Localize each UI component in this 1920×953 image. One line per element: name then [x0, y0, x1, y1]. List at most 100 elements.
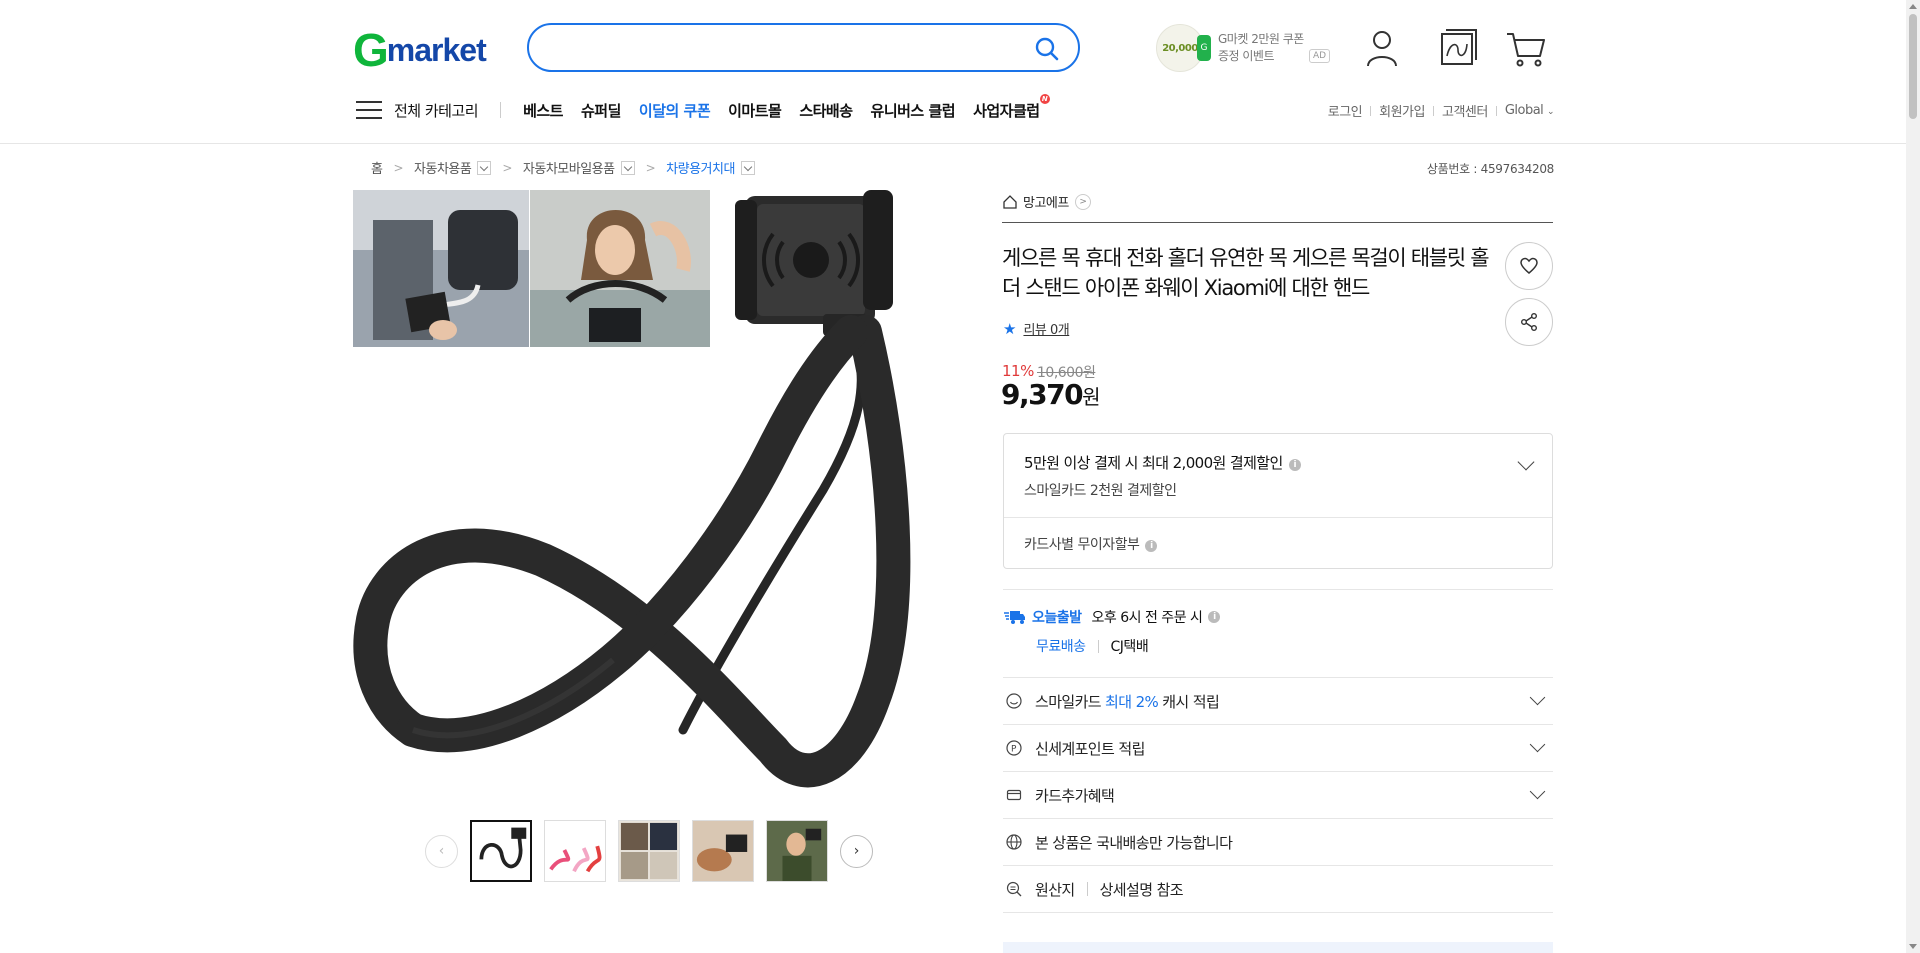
thumb-prev-button[interactable]: ‹ [425, 834, 458, 868]
benefit-headline-text: 5만원 이상 결제 시 최대 2,000원 결제할인 [1024, 454, 1283, 472]
dropdown-toggle-icon[interactable] [620, 160, 635, 175]
logo-text: market [386, 31, 487, 68]
smile-icon [1005, 692, 1023, 710]
seller-name: 망고에프 [1023, 196, 1069, 211]
smile-card-row[interactable]: 스마일카드 최대 2% 캐시 적립 [1005, 678, 1553, 724]
dropdown-toggle-icon[interactable] [477, 160, 492, 175]
thumbnail-4[interactable] [692, 820, 754, 882]
shipping-today: 오늘출발 오후 6시 전 주문 시 i [1004, 607, 1221, 627]
breadcrumb-cat1[interactable]: 자동차용품 [414, 158, 472, 177]
nav-monthly-coupon[interactable]: 이달의 쿠폰 [639, 100, 711, 121]
thumbnail-3[interactable] [618, 820, 680, 882]
thumbnail-1[interactable] [470, 820, 532, 882]
svg-text:P: P [1011, 745, 1017, 755]
info-icon[interactable]: i [1288, 459, 1301, 471]
globe-icon [1005, 833, 1023, 851]
product-main-image[interactable] [353, 190, 953, 800]
nav-best[interactable]: 베스트 [523, 100, 563, 121]
search-doc-icon [1005, 880, 1023, 898]
ad-badge: AD [1309, 49, 1331, 63]
card-icon [1005, 786, 1023, 804]
divider [1003, 589, 1553, 590]
seller-link[interactable]: 망고에프 > [1002, 192, 1091, 211]
today-dispatch-label: 오늘출발 [1032, 610, 1082, 626]
recent-viewed-icon[interactable] [1436, 26, 1480, 70]
point-icon: P [1005, 739, 1023, 757]
heart-icon [1520, 257, 1538, 274]
global-link[interactable]: Global ⌄ [1504, 103, 1555, 118]
promo-line2: 증정 이벤트 [1218, 49, 1275, 63]
order-cutoff: 오후 6시 전 주문 시 [1091, 610, 1203, 626]
divider [1003, 912, 1553, 913]
origin-row: 원산지 상세설명 참조 [1005, 866, 1553, 912]
breadcrumb-home[interactable]: 홈 [371, 158, 383, 177]
all-categories-button[interactable]: 전체 카테고리 [394, 100, 479, 121]
price-unit: 원 [1082, 385, 1100, 409]
fast-delivery-icon [1004, 611, 1025, 624]
chevron-down-icon [1529, 783, 1546, 800]
global-label: Global [1504, 103, 1544, 118]
scrollbar-thumb[interactable] [1909, 14, 1917, 119]
chevron-right-icon: > [393, 160, 404, 175]
menu-icon[interactable] [356, 100, 382, 120]
info-icon[interactable]: i [1145, 540, 1158, 552]
user-icon[interactable] [1360, 26, 1404, 70]
utility-links: 로그인 회원가입 고객센터 Global ⌄ [1328, 101, 1555, 120]
chevron-left-icon: ‹ [438, 843, 445, 859]
breadcrumb-cat3[interactable]: 차량용거치대 [666, 158, 735, 177]
shinsegae-label: 신세계포인트 적립 [1035, 739, 1145, 758]
promo-chip: G [1197, 35, 1211, 61]
coupon-promo-banner[interactable]: 20,000 G G마켓 2만원 쿠폰 증정 이벤트 [1156, 24, 1336, 72]
installment-info: 카드사별 무이자할부 i [1024, 534, 1158, 554]
gmarket-logo[interactable]: G market [353, 24, 487, 76]
nav-star-delivery[interactable]: 스타배송 [799, 100, 853, 121]
search-input[interactable] [549, 35, 999, 61]
thumbnail-2[interactable] [544, 820, 606, 882]
origin-value: 상세설명 참조 [1099, 880, 1184, 899]
customer-center-link[interactable]: 고객센터 [1442, 101, 1488, 120]
page-scrollbar[interactable] [1906, 0, 1920, 953]
wishlist-button[interactable] [1505, 242, 1553, 290]
info-icon[interactable]: i [1208, 611, 1221, 623]
cart-icon[interactable] [1504, 26, 1548, 70]
review-link[interactable]: ★ 리뷰 0개 [1003, 319, 1070, 339]
thumbnail-5[interactable] [766, 820, 828, 882]
product-number: 상품번호 : 4597634208 [1426, 162, 1554, 176]
signup-link[interactable]: 회원가입 [1379, 101, 1425, 120]
thumb-next-button[interactable]: › [840, 834, 873, 868]
dropdown-toggle-icon[interactable] [740, 160, 755, 175]
nav-business-club-label: 사업자클럽 [973, 101, 1040, 120]
domestic-shipping-row: 본 상품은 국내배송만 가능합니다 [1005, 819, 1553, 865]
breadcrumb-cat2[interactable]: 자동차모바일용품 [523, 158, 615, 177]
header-divider [0, 143, 1906, 144]
chevron-right-icon: > [502, 160, 512, 175]
seller-divider [1002, 222, 1553, 223]
carrier: CJ택배 [1110, 639, 1149, 655]
review-count: 리뷰 0개 [1023, 323, 1070, 338]
logo-g: G [353, 24, 389, 76]
nav-emart[interactable]: 이마트몰 [728, 100, 782, 121]
origin-label: 원산지 [1035, 880, 1075, 899]
promo-line1: G마켓 2만원 쿠폰 [1218, 32, 1304, 46]
nav-universe-club[interactable]: 유니버스 클럽 [871, 100, 956, 121]
shinsegae-point-row[interactable]: P 신세계포인트 적립 [1005, 725, 1553, 771]
card-extra-label: 카드추가혜택 [1035, 786, 1115, 805]
search-icon[interactable] [1034, 36, 1060, 62]
share-icon [1521, 313, 1537, 331]
benefit-headline: 5만원 이상 결제 시 최대 2,000원 결제할인 i [1024, 452, 1301, 473]
new-badge: N [1039, 93, 1050, 104]
share-button[interactable] [1505, 298, 1553, 346]
nav-superdeal[interactable]: 슈퍼딜 [581, 100, 621, 121]
next-section-bar [1003, 942, 1553, 953]
chevron-down-icon[interactable] [1517, 453, 1535, 471]
chevron-right-icon: > [1074, 193, 1091, 210]
smile-max: 최대 2% [1105, 692, 1159, 711]
chevron-down-icon [1529, 689, 1546, 706]
card-extra-row[interactable]: 카드추가혜택 [1005, 772, 1553, 818]
benefit-subline: 스마일카드 2천원 결제할인 [1024, 483, 1177, 499]
search-bar [527, 23, 1080, 72]
sale-price-value: 9,370 [1001, 378, 1084, 411]
nav-business-club[interactable]: 사업자클럽 N [973, 93, 1050, 121]
login-link[interactable]: 로그인 [1328, 101, 1363, 120]
payment-benefit-box[interactable]: 5만원 이상 결제 시 최대 2,000원 결제할인 i 스마일카드 2천원 결제… [1003, 433, 1553, 569]
